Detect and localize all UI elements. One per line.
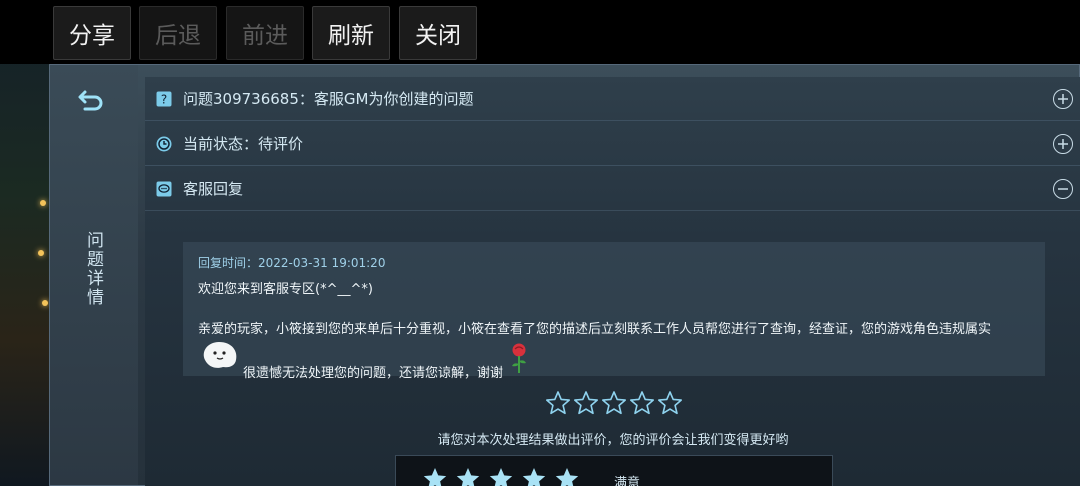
rose-emoji-icon: [512, 343, 526, 373]
section-status[interactable]: 当前状态：待评价: [145, 122, 1080, 166]
collapse-minus-icon[interactable]: [1053, 178, 1073, 199]
expand-plus-icon[interactable]: [1053, 88, 1073, 109]
reply-time: 回复时间：2022-03-31 19:01:20: [198, 256, 386, 270]
detail-content: ? 问题309736685：客服GM为你创建的问题 当前状态：待评价 客服回复: [145, 77, 1080, 486]
clock-icon: [155, 135, 173, 153]
star-outline-icon[interactable]: [573, 390, 599, 416]
chat-bubble-icon: [155, 180, 173, 198]
expand-plus-icon[interactable]: [1053, 133, 1073, 154]
refresh-button[interactable]: 刷新: [312, 6, 390, 60]
star-filled-icon: [489, 468, 513, 486]
star-filled-icon: [423, 468, 447, 486]
rating-stars-input: [545, 390, 683, 420]
star-outline-icon[interactable]: [629, 390, 655, 416]
side-title: 问题详情: [83, 231, 103, 307]
close-button[interactable]: 关闭: [399, 6, 477, 60]
selected-stars: [422, 466, 580, 486]
star-filled-icon: [522, 468, 546, 486]
question-icon: ?: [155, 90, 173, 108]
status-label: 当前状态：待评价: [183, 135, 304, 153]
rating-option-label: 满意: [614, 476, 641, 486]
svg-text:?: ?: [161, 92, 167, 106]
rating-prompt: 请您对本次处理结果做出评价，您的评价会让我们变得更好哟: [437, 433, 789, 448]
side-nav: 问题详情: [50, 65, 138, 485]
reply-section-label: 客服回复: [183, 180, 244, 198]
reply-greeting: 欢迎您来到客服专区(*^__^*): [198, 282, 373, 297]
return-arrow-icon[interactable]: [76, 87, 106, 113]
back-button[interactable]: 后退: [139, 6, 217, 60]
ghost-emoji-icon: [203, 342, 237, 368]
star-outline-icon[interactable]: [601, 390, 627, 416]
forward-button[interactable]: 前进: [226, 6, 304, 60]
star-outline-icon[interactable]: [657, 390, 683, 416]
issue-detail-panel: 问题详情 ? 问题309736685：客服GM为你创建的问题 当前状态：待评价: [49, 64, 1080, 486]
toolbar: 分享 后退 前进 刷新 关闭: [0, 0, 1080, 64]
share-button[interactable]: 分享: [53, 6, 131, 60]
section-question[interactable]: ? 问题309736685：客服GM为你创建的问题: [145, 77, 1080, 121]
question-title: 问题309736685：客服GM为你创建的问题: [183, 90, 474, 108]
star-outline-icon[interactable]: [545, 390, 571, 416]
reply-message: 回复时间：2022-03-31 19:01:20 欢迎您来到客服专区(*^__^…: [183, 242, 1045, 381]
section-reply[interactable]: 客服回复: [145, 167, 1080, 211]
star-filled-icon: [555, 468, 579, 486]
star-filled-icon: [456, 468, 480, 486]
reply-body-line1: 亲爱的玩家，小筱接到您的来单后十分重视，小筱在查看了您的描述后立刻联系工作人员帮…: [198, 322, 992, 337]
reply-body-line2: 很遗憾无法处理您的问题，还请您谅解，谢谢: [243, 366, 504, 381]
rating-option-satisfied[interactable]: 满意: [395, 455, 833, 486]
